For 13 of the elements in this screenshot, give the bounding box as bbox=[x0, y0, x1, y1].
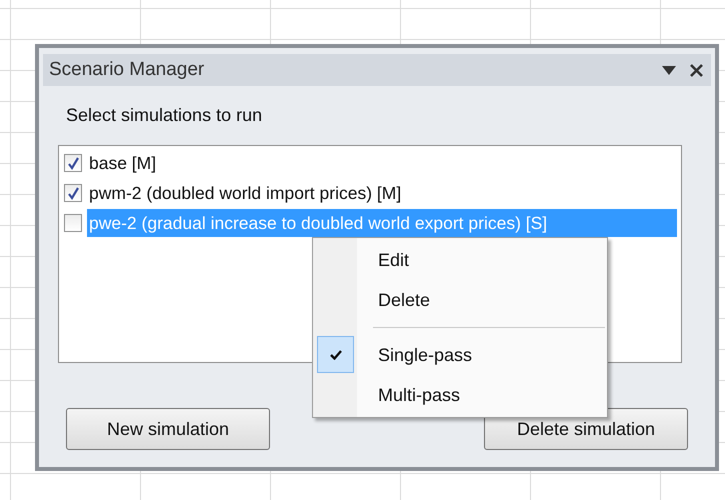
new-simulation-button[interactable]: New simulation bbox=[66, 408, 270, 450]
checkbox[interactable] bbox=[64, 184, 82, 202]
menu-item[interactable]: Delete bbox=[313, 280, 607, 320]
close-icon[interactable] bbox=[690, 64, 703, 76]
dropdown-icon[interactable] bbox=[662, 66, 676, 74]
simulation-item[interactable]: pwm-2 (doubled world import prices) [M] bbox=[87, 179, 402, 207]
menu-item[interactable]: Single-pass bbox=[313, 335, 607, 375]
prompt-text: Select simulations to run bbox=[66, 104, 262, 127]
panel-title: Scenario Manager bbox=[49, 58, 206, 82]
checkbox[interactable] bbox=[64, 154, 82, 172]
menu-item[interactable]: Edit bbox=[313, 240, 607, 280]
checkbox[interactable] bbox=[64, 214, 82, 232]
simulation-item[interactable]: base [M] bbox=[87, 149, 156, 177]
